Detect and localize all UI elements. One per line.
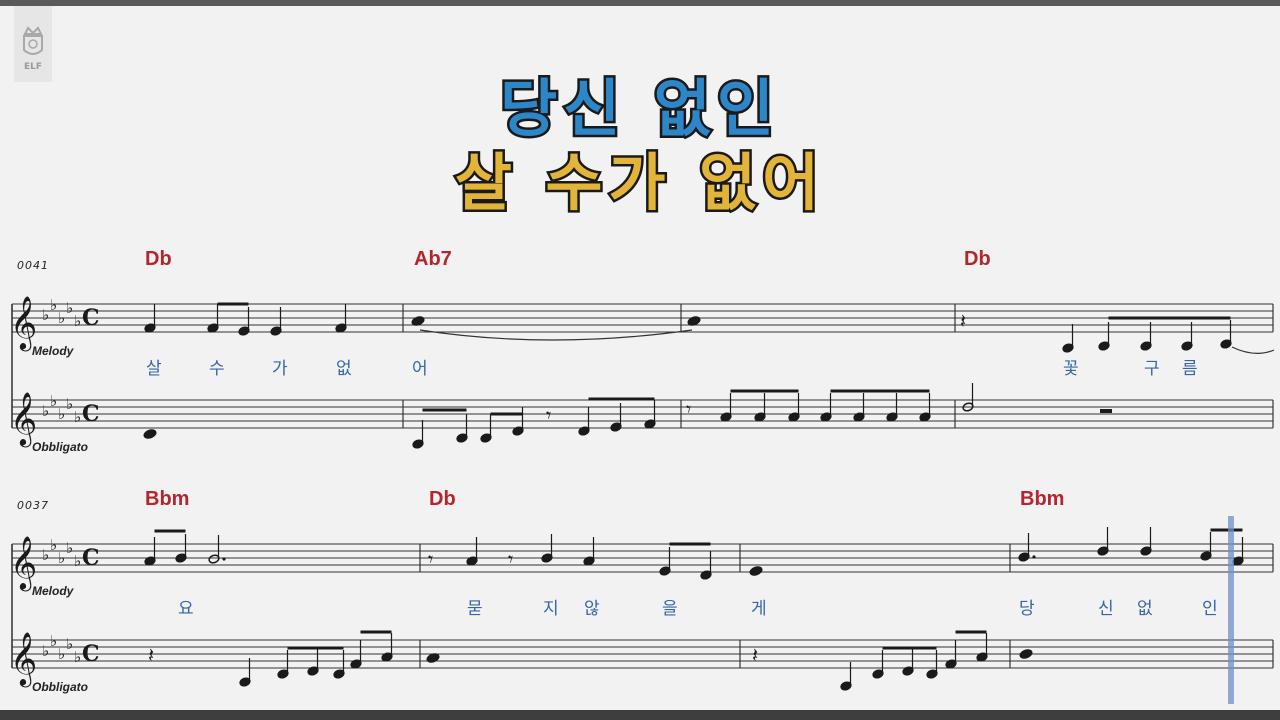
score-sheet: ELF 당신 없인 살 수가 없어 0041 Db Ab7 Db Melody …: [0, 6, 1280, 710]
flat-sign-icon: ♭: [42, 642, 49, 660]
augmentation-dot: [1032, 555, 1036, 559]
flat-sign-icon: ♭: [58, 549, 65, 567]
flat-sign-icon: ♭: [50, 632, 57, 650]
treble-clef-icon: 𝄞: [10, 391, 37, 447]
flat-sign-icon: ♭: [50, 392, 57, 410]
flat-sign-icon: ♭: [58, 405, 65, 423]
quarter-rest-icon: 𝄽: [752, 643, 758, 667]
treble-clef-icon: 𝄞: [10, 295, 37, 351]
eighth-rest-icon: 𝄾: [546, 403, 551, 427]
flat-sign-icon: ♭: [58, 645, 65, 663]
half-rest-icon: [1100, 409, 1112, 413]
flat-sign-icon: ♭: [66, 539, 73, 557]
quarter-rest-icon: 𝄽: [960, 309, 966, 333]
flat-sign-icon: ♭: [74, 552, 81, 570]
flat-sign-icon: ♭: [66, 635, 73, 653]
flat-sign-icon: ♭: [74, 408, 81, 426]
note-head: [1019, 649, 1033, 659]
eighth-rest-icon: 𝄾: [428, 547, 433, 571]
eighth-rest-icon: 𝄾: [508, 547, 513, 571]
music-notation: 𝄞 ♭♭♭♭♭ C𝄞 ♭♭♭♭♭ C𝄞 ♭♭♭♭♭ C𝄞 ♭♭♭♭♭ C𝄽𝄾 𝄾𝄾 𝄾𝄽 𝄽: [10, 295, 1275, 704]
flat-sign-icon: ♭: [74, 312, 81, 330]
flat-sign-icon: ♭: [50, 536, 57, 554]
flat-sign-icon: ♭: [50, 296, 57, 314]
augmentation-dot: [222, 557, 226, 561]
note-head: [143, 429, 157, 439]
flat-sign-icon: ♭: [42, 402, 49, 420]
treble-clef-icon: 𝄞: [10, 535, 37, 591]
common-time-icon: C: [82, 545, 100, 571]
flat-sign-icon: ♭: [74, 648, 81, 666]
flat-sign-icon: ♭: [66, 299, 73, 317]
flat-sign-icon: ♭: [66, 395, 73, 413]
note-head: [749, 566, 763, 576]
quarter-rest-icon: 𝄽: [148, 643, 154, 667]
common-time-icon: C: [82, 641, 100, 667]
eighth-rest-icon: 𝄾: [686, 397, 691, 421]
flat-sign-icon: ♭: [42, 306, 49, 324]
bottom-frame-bar: [0, 710, 1280, 720]
common-time-icon: C: [82, 401, 100, 427]
common-time-icon: C: [82, 305, 100, 331]
playback-cursor: [1228, 516, 1234, 704]
flat-sign-icon: ♭: [58, 309, 65, 327]
flat-sign-icon: ♭: [42, 546, 49, 564]
tie-curve: [1231, 346, 1275, 354]
treble-clef-icon: 𝄞: [10, 631, 37, 687]
